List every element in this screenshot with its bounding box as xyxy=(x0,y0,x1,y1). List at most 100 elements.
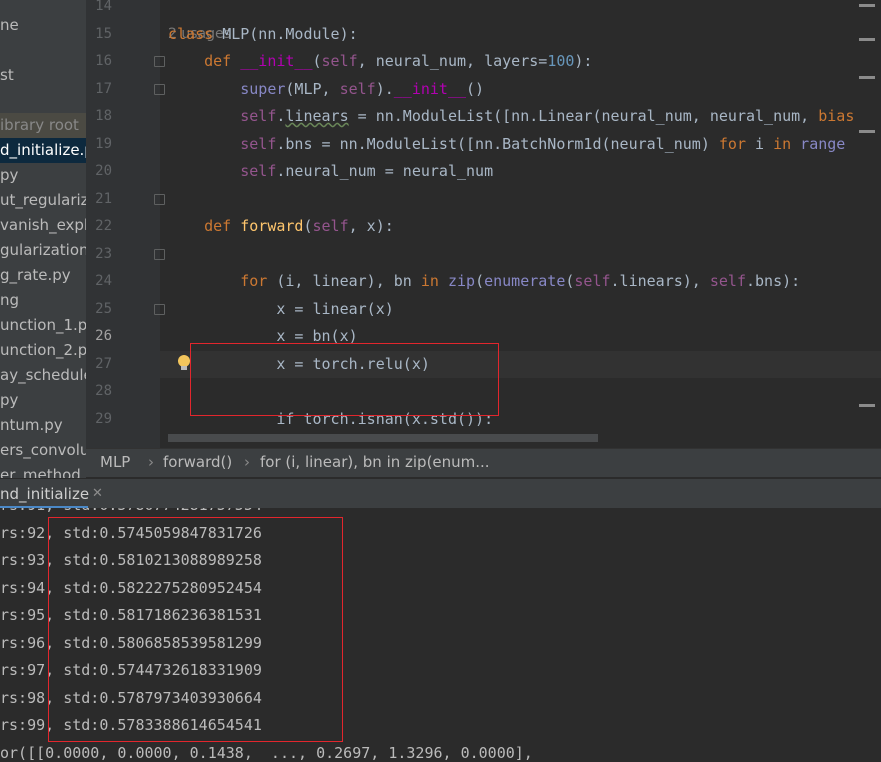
code-token: def xyxy=(168,52,241,70)
code-token: linears xyxy=(285,107,349,125)
code-line[interactable]: self.bns = nn.ModuleList([nn.BatchNorm1d… xyxy=(168,135,845,153)
project-file-item[interactable]: unction_2.py xyxy=(0,338,86,363)
line-number: 29 xyxy=(95,410,112,427)
code-token: self xyxy=(709,272,746,290)
code-line[interactable]: self.linears = nn.ModuleList([nn.Linear(… xyxy=(168,107,854,125)
line-number: 26 xyxy=(95,328,112,344)
project-file-item[interactable]: er_method xyxy=(0,463,81,478)
project-file-item[interactable]: ers_convolu xyxy=(0,438,86,463)
code-line[interactable]: for (i, linear), bn in zip(enumerate(sel… xyxy=(168,272,800,290)
code-token: for xyxy=(718,134,756,153)
line-number: 18 xyxy=(95,108,112,124)
fold-marker-icon[interactable] xyxy=(154,56,165,67)
fold-marker-icon[interactable] xyxy=(154,194,165,205)
project-file-item[interactable]: st xyxy=(0,63,14,88)
code-line[interactable]: def forward(self, x): xyxy=(168,217,394,235)
scroll-marker[interactable] xyxy=(859,76,875,79)
code-token: self xyxy=(321,52,358,70)
code-token: 100 xyxy=(547,52,575,70)
code-token: enumerate xyxy=(484,272,566,290)
project-file-item[interactable]: ne xyxy=(0,13,19,38)
project-file-item[interactable]: g_rate.py xyxy=(0,263,71,288)
code-line[interactable]: class MLP(nn.Module): xyxy=(168,25,358,43)
code-token: bias xyxy=(818,107,855,125)
line-number: 28 xyxy=(95,383,112,399)
line-number: 20 xyxy=(95,163,112,179)
code-token: class xyxy=(168,24,223,43)
breadcrumb-item[interactable]: MLP xyxy=(100,449,130,475)
code-line[interactable]: x = linear(x) xyxy=(168,300,393,318)
code-token: def xyxy=(168,217,241,235)
scroll-marker[interactable] xyxy=(859,38,875,41)
console-output-line: or([[0.0000, 0.0000, 0.1438, ..., 0.2697… xyxy=(0,743,533,762)
breadcrumb-item[interactable]: for (i, linear), bn in zip(enum... xyxy=(260,449,490,475)
code-token: zip xyxy=(447,272,476,290)
project-tree: ne st ibrary root d_initialize.p py ut_regula… xyxy=(0,0,86,478)
line-number: 15 xyxy=(95,25,112,42)
line-number: 16 xyxy=(95,53,112,69)
breadcrumb: MLP › forward() › for (i, linear), bn in… xyxy=(86,448,881,477)
fold-marker-icon[interactable] xyxy=(154,304,165,315)
horizontal-scrollbar[interactable] xyxy=(168,434,598,442)
code-token: super xyxy=(240,79,286,98)
line-number: 23 xyxy=(95,245,112,262)
code-line[interactable]: self.neural_num = neural_num xyxy=(168,162,493,180)
scroll-marker[interactable] xyxy=(859,404,875,407)
project-file-item[interactable]: unction_1.py xyxy=(0,313,86,338)
code-token: = nn.ModuleList([nn.Linear(neural_num, n… xyxy=(348,107,819,125)
code-token: , x): xyxy=(348,217,394,235)
scroll-marker[interactable] xyxy=(859,4,875,7)
breadcrumb-separator: › xyxy=(244,453,250,471)
code-token: in xyxy=(420,272,448,290)
project-file-item[interactable]: ng xyxy=(0,288,19,313)
code-token: .bns): xyxy=(746,272,801,290)
project-file-item[interactable]: vanish_explo xyxy=(0,213,86,238)
breadcrumb-item[interactable]: forward() xyxy=(163,449,232,475)
project-file-item[interactable]: ut_regulariz xyxy=(0,188,86,213)
breadcrumb-separator: › xyxy=(148,453,154,471)
fold-marker-icon[interactable] xyxy=(154,249,165,260)
code-line[interactable]: super(MLP, self).__init__() xyxy=(168,80,484,98)
code-token: ). xyxy=(375,79,394,98)
code-token: ( xyxy=(312,52,322,70)
line-number: 19 xyxy=(95,135,112,152)
line-number: 17 xyxy=(95,80,112,97)
code-token: self xyxy=(240,134,277,153)
code-token: .bns = nn.ModuleList([nn.BatchNorm1d(neu… xyxy=(276,134,719,153)
code-line[interactable]: def __init__(self, neural_num, layers=10… xyxy=(168,52,592,70)
intention-bulb-icon[interactable] xyxy=(178,355,190,370)
code-token: in xyxy=(773,134,801,153)
code-token: (i, linear), bn xyxy=(276,272,421,290)
project-file-item[interactable]: d_initialize.p xyxy=(0,138,86,163)
fold-marker-icon[interactable] xyxy=(154,84,165,95)
console-output-line: rs:91, std:0.5780774281757554 xyxy=(0,508,262,514)
code-token: self xyxy=(339,79,376,98)
code-token: forward xyxy=(240,217,304,235)
code-token: self xyxy=(312,217,349,235)
close-icon[interactable]: ✕ xyxy=(92,479,103,509)
code-token: self xyxy=(574,272,611,290)
code-token: ( xyxy=(475,272,485,290)
project-file-item[interactable]: ntum.py xyxy=(0,413,63,438)
scroll-marker[interactable] xyxy=(859,130,875,133)
code-token: ( xyxy=(303,217,313,235)
highlight-box-code xyxy=(190,343,499,416)
code-token: self xyxy=(240,107,277,125)
run-tab[interactable]: nd_initialize xyxy=(0,479,89,509)
code-token: (MLP, xyxy=(285,79,340,98)
project-file-item[interactable]: py xyxy=(0,163,18,188)
line-number: 22 xyxy=(95,218,112,234)
code-token: ): xyxy=(574,52,593,70)
code-token: range xyxy=(800,134,846,153)
code-token: __init__ xyxy=(393,79,467,98)
line-number: 14 xyxy=(95,0,112,14)
project-file-item[interactable]: gularization.p xyxy=(0,238,86,263)
code-token: i xyxy=(755,134,774,153)
project-file-item[interactable]: py xyxy=(0,388,18,413)
project-file-item[interactable]: ay_schedule xyxy=(0,363,86,388)
library-root-node[interactable]: ibrary root xyxy=(0,113,86,138)
